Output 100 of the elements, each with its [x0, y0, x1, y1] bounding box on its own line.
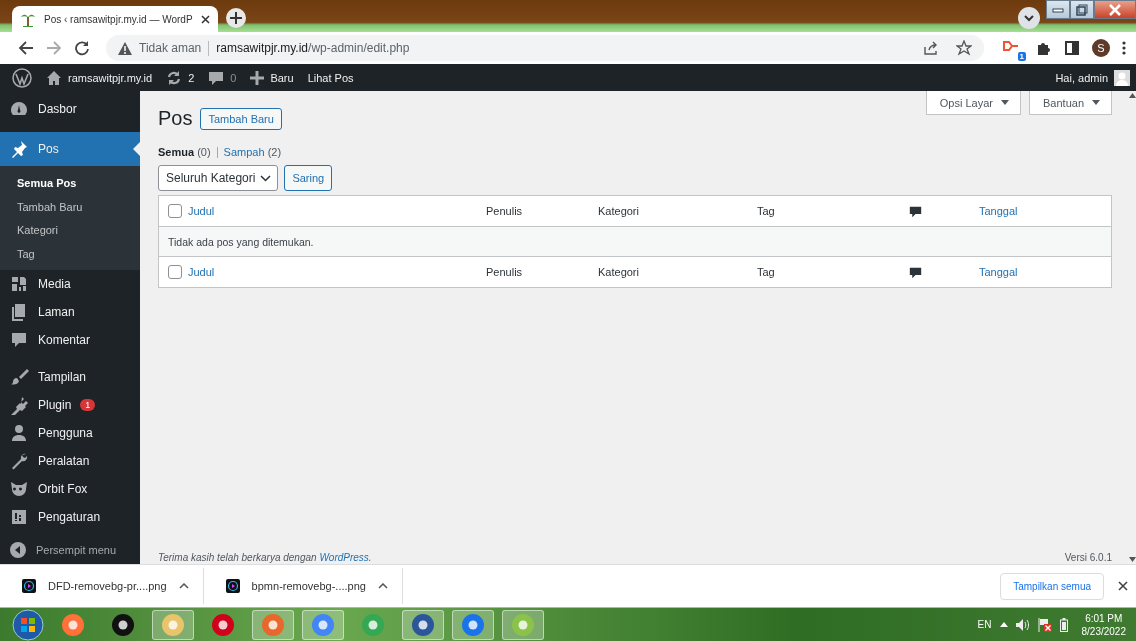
menu-label: Peralatan: [38, 454, 90, 468]
show-all-button[interactable]: Tampilkan semua: [1000, 572, 1104, 600]
sidebar-item[interactable]: Tampilan: [0, 363, 140, 391]
select-all-checkbox[interactable]: [168, 204, 182, 218]
user-icon: [9, 423, 29, 443]
view-post-link[interactable]: Lihat Pos: [307, 71, 354, 84]
comments-link[interactable]: 0: [208, 69, 237, 86]
wordpress-link[interactable]: WordPress: [319, 552, 369, 563]
download-item[interactable]: bpmn-removebg-....png: [203, 568, 403, 604]
submenu-item[interactable]: Tag: [0, 242, 140, 266]
menu-label: Dasbor: [38, 102, 77, 116]
clock-time[interactable]: 6:01 PM: [1085, 611, 1123, 625]
column-header[interactable]: Tanggal: [979, 266, 1111, 278]
submenu-item[interactable]: Semua Pos: [0, 172, 140, 196]
sliders-icon: [9, 507, 29, 527]
avatar-icon: [1114, 69, 1130, 86]
back-icon[interactable]: [18, 40, 34, 56]
comment-icon: [9, 330, 29, 350]
download-item[interactable]: DFD-removebg-pr....png: [0, 568, 204, 604]
collapse-menu-button[interactable]: Persempit menu: [0, 536, 140, 564]
new-link[interactable]: Baru: [250, 70, 294, 85]
page-title: Pos: [158, 107, 193, 130]
view-filter-link[interactable]: Semua (0): [158, 146, 211, 158]
extension-icon: [1002, 38, 1020, 54]
menu-label: Komentar: [38, 333, 91, 347]
sidebar-item[interactable]: Media: [0, 270, 140, 298]
column-header: Penulis: [486, 266, 524, 278]
menu-label: Pengguna: [38, 426, 93, 440]
minimize-button[interactable]: [1046, 0, 1070, 19]
submenu-item[interactable]: Kategori: [0, 219, 140, 243]
submenu-item[interactable]: Tambah Baru: [0, 195, 140, 219]
clock-date[interactable]: 8/23/2022: [1081, 624, 1126, 638]
footer-text: Terima kasih telah berkarya dengan WordPress.: [158, 552, 372, 563]
browser-tab[interactable]: Pos ‹ ramsawitpjr.my.id — WordP: [12, 6, 218, 32]
sidebar-item[interactable]: Orbit Fox: [0, 475, 140, 503]
scroll-up-icon[interactable]: [1128, 93, 1136, 98]
column-header[interactable]: Judul: [188, 266, 486, 278]
close-icon[interactable]: [1118, 581, 1128, 591]
extension-button[interactable]: 1: [1002, 38, 1024, 58]
chevron-down-icon: [1024, 14, 1034, 22]
comment-icon: [208, 69, 225, 86]
sidebar-item[interactable]: Pengguna: [0, 419, 140, 447]
share-icon[interactable]: [923, 40, 939, 56]
category-dropdown[interactable]: Seluruh Kategori: [158, 165, 279, 191]
side-panel-icon[interactable]: [1064, 40, 1080, 56]
puzzle-icon[interactable]: [1036, 40, 1052, 56]
sidebar-item[interactable]: Laman: [0, 298, 140, 326]
security-label: Tidak aman: [139, 41, 202, 55]
restore-button[interactable]: [1070, 0, 1094, 19]
profile-avatar[interactable]: S: [1092, 39, 1110, 57]
restore-icon: [1076, 3, 1088, 16]
warning-icon: [118, 41, 132, 55]
chevron-down-icon: [260, 174, 272, 182]
chevron-up-icon[interactable]: [377, 583, 388, 589]
reload-icon[interactable]: [74, 40, 90, 56]
taskbar-app[interactable]: [402, 609, 444, 640]
view-filter-link[interactable]: Sampah (2): [223, 146, 282, 158]
chevron-up-icon[interactable]: [178, 583, 189, 589]
site-link[interactable]: ramsawitpjr.my.id: [46, 69, 153, 86]
add-new-button[interactable]: Tambah Baru: [200, 107, 282, 130]
wordpress-logo[interactable]: [12, 67, 32, 88]
sidebar-item[interactable]: Pengaturan: [0, 503, 140, 531]
sidebar-item[interactable]: Peralatan: [0, 447, 140, 475]
address-bar[interactable]: Tidak aman ramsawitpjr.my.id/wp-admin/edit.php: [106, 35, 984, 61]
sidebar-item[interactable]: Dasbor: [0, 95, 140, 123]
flag-icon[interactable]: [1037, 617, 1052, 632]
close-window-button[interactable]: [1094, 0, 1136, 19]
star-icon[interactable]: [956, 40, 972, 56]
scroll-down-icon[interactable]: [1128, 557, 1136, 562]
empty-message: Tidak ada pos yang ditemukan.: [168, 235, 314, 248]
home-icon: [46, 69, 62, 86]
select-all-checkbox[interactable]: [168, 265, 182, 279]
close-icon: [1109, 3, 1121, 16]
new-tab-button[interactable]: [225, 8, 246, 28]
menu-label: Orbit Fox: [38, 482, 88, 496]
tab-search-button[interactable]: [1018, 7, 1040, 29]
screen-tab[interactable]: Opsi Layar: [925, 91, 1021, 115]
language-indicator[interactable]: EN: [977, 619, 992, 630]
menu-label: Pengaturan: [38, 510, 101, 524]
speaker-icon[interactable]: [1015, 618, 1030, 631]
filter-button[interactable]: Saring: [284, 165, 333, 191]
menu-icon[interactable]: [1122, 40, 1126, 56]
show-hidden-icons-icon[interactable]: [999, 622, 1008, 627]
url-text: ramsawitpjr.my.id/wp-admin/edit.php: [216, 41, 410, 55]
file-icon: [22, 579, 36, 593]
sidebar-item[interactable]: Plugin 1: [0, 391, 140, 419]
account-link[interactable]: Hai, admin: [1055, 69, 1130, 86]
comment-icon: [909, 204, 922, 218]
close-tab-icon[interactable]: [200, 14, 210, 24]
updates-link[interactable]: 2: [166, 69, 195, 86]
start-button[interactable]: [12, 608, 44, 641]
sidebar-item[interactable]: Komentar: [0, 326, 140, 354]
tab-title: Pos ‹ ramsawitpjr.my.id — WordP: [44, 13, 193, 25]
column-header[interactable]: Judul: [188, 205, 486, 217]
column-header: Penulis: [486, 205, 524, 217]
screen-tab[interactable]: Bantuan: [1029, 91, 1112, 115]
battery-icon[interactable]: [1059, 617, 1068, 632]
comment-icon: [909, 265, 922, 279]
column-header[interactable]: Tanggal: [979, 205, 1111, 217]
sidebar-item[interactable]: Pos: [0, 132, 140, 166]
